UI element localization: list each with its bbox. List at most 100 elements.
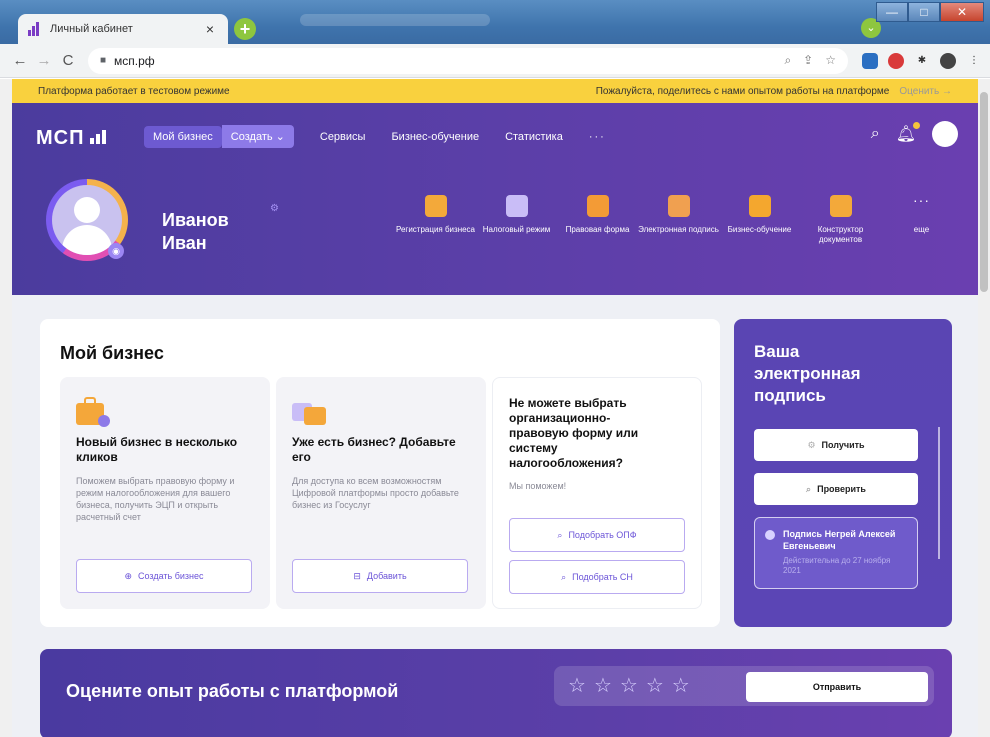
notifications-bell-icon[interactable]: 🔔︎ bbox=[896, 122, 920, 144]
add-business-text: Для доступа ко всем возможностям Цифрово… bbox=[292, 476, 459, 510]
star-icon[interactable]: ☆ bbox=[568, 673, 586, 698]
star-icon[interactable]: ☆ bbox=[620, 673, 638, 698]
signature-scrollbar[interactable] bbox=[938, 427, 940, 559]
adblock-icon[interactable] bbox=[888, 52, 904, 69]
new-business-card: Новый бизнес в несколько кликов Поможем … bbox=[60, 377, 270, 609]
quick-action-label: Электронная подпись bbox=[638, 225, 719, 234]
camera-icon[interactable]: ◉ bbox=[108, 243, 124, 259]
nav-more-icon[interactable]: ··· bbox=[589, 131, 606, 143]
left-gutter bbox=[0, 79, 12, 737]
banner-left-text: Платформа работает в тестовом режиме bbox=[38, 85, 230, 97]
tab-title: Личный кабинет bbox=[50, 23, 133, 35]
quick-action-icon bbox=[424, 195, 447, 217]
back-arrow-icon[interactable]: ← bbox=[8, 52, 32, 69]
url-input[interactable]: ■ мсп.рф ⌕ ⇪ ☆ bbox=[88, 47, 848, 74]
signature-validity: Действительна до 27 ноября 2021 bbox=[783, 556, 891, 575]
new-tab-button[interactable]: + bbox=[234, 18, 256, 40]
quick-action-5[interactable]: Бизнес-обучение bbox=[719, 195, 800, 245]
nav-create-dropdown[interactable]: Создать ⌄ bbox=[221, 125, 294, 148]
reload-icon[interactable]: C bbox=[56, 52, 80, 69]
extensions-puzzle-icon[interactable]: ✱ bbox=[914, 53, 930, 69]
signature-title: Ваша электронная подпись bbox=[754, 342, 861, 405]
msp-logo[interactable]: МСП bbox=[36, 127, 107, 150]
my-business-title: Мой бизнес bbox=[60, 343, 164, 363]
quick-action-label: Бизнес-обучение bbox=[727, 225, 792, 234]
star-icon[interactable]: ☆ bbox=[672, 673, 690, 698]
forward-arrow-icon[interactable]: → bbox=[32, 52, 56, 69]
quick-actions: Регистрация бизнеса Налоговый режим Правов… bbox=[395, 192, 962, 245]
quick-action-2[interactable]: Налоговый режим bbox=[476, 195, 557, 245]
search-icon[interactable]: ⌕ bbox=[871, 125, 880, 143]
star-icon[interactable]: ☆ bbox=[594, 673, 612, 698]
nav-my-business[interactable]: Мой бизнес bbox=[144, 125, 222, 148]
quick-action-label: Конструктор документов bbox=[817, 225, 864, 244]
user-surname: Иванов bbox=[162, 210, 229, 230]
page: Платформа работает в тестовом режиме Пож… bbox=[12, 79, 978, 737]
hero-header: МСП Мой бизнес Создать ⌄ Сервисы Бизнес-… bbox=[12, 103, 978, 295]
rating-title: Оцените опыт работы с платформой bbox=[66, 681, 399, 701]
user-menu-icon[interactable] bbox=[932, 121, 958, 147]
signature-card: Ваша электронная подпись ⚙ Получить ⌕ Пр… bbox=[734, 319, 952, 627]
star-icon[interactable]: ☆ bbox=[646, 673, 664, 698]
lock-icon: ■ bbox=[100, 55, 107, 66]
quick-action-1[interactable]: Регистрация бизнеса bbox=[395, 195, 476, 245]
test-mode-banner: Платформа работает в тестовом режиме Пож… bbox=[12, 79, 978, 103]
rating-section: Оцените опыт работы с платформой ☆ ☆ ☆ ☆… bbox=[40, 649, 952, 737]
choose-opf-button[interactable]: ⌕ Подобрать ОПФ bbox=[509, 518, 685, 552]
quick-action-label: Налоговый режим bbox=[482, 225, 551, 234]
quick-action-more[interactable]: ··· еще bbox=[881, 192, 962, 245]
quick-action-6[interactable]: Конструктор документов bbox=[800, 195, 881, 245]
add-business-title: Уже есть бизнес? Добавьте его bbox=[292, 435, 456, 464]
menu-icon[interactable]: ⋮ bbox=[966, 53, 982, 69]
create-business-button[interactable]: ⊕ Создать бизнес bbox=[76, 559, 252, 593]
send-rating-button[interactable]: Отправить bbox=[746, 672, 928, 702]
signature-holder: Подпись Негрей Алексей Евгеньевич bbox=[783, 529, 896, 551]
top-nav: Мой бизнес Создать ⌄ Сервисы Бизнес-обуч… bbox=[144, 125, 606, 148]
briefcases-icon bbox=[292, 397, 326, 425]
window-controls: — □ ✕ bbox=[876, 2, 984, 22]
new-business-title: Новый бизнес в несколько кликов bbox=[76, 435, 238, 464]
quick-action-icon bbox=[748, 195, 771, 217]
nav-stats[interactable]: Статистика bbox=[505, 131, 563, 143]
extension-1-icon[interactable] bbox=[862, 52, 878, 69]
settings-gear-icon[interactable]: ⚙ bbox=[270, 203, 279, 214]
add-business-button[interactable]: ⊟ Добавить bbox=[292, 559, 468, 593]
my-business-card: Мой бизнес Новый бизнес в несколько клик… bbox=[40, 319, 720, 627]
check-signature-button[interactable]: ⌕ Проверить bbox=[754, 473, 918, 505]
add-business-card: Уже есть бизнес? Добавьте его Для доступ… bbox=[276, 377, 486, 609]
choose-tax-button[interactable]: ⌕ Подобрать СН bbox=[509, 560, 685, 594]
quick-action-icon bbox=[667, 195, 690, 217]
window-titlebar: Личный кабинет × + ⌄ — □ ✕ bbox=[0, 0, 990, 44]
account-icon[interactable] bbox=[940, 52, 956, 69]
page-scrollbar-thumb[interactable] bbox=[980, 92, 988, 292]
rating-box: ☆ ☆ ☆ ☆ ☆ Отправить bbox=[554, 666, 934, 706]
get-signature-button[interactable]: ⚙ Получить bbox=[754, 429, 918, 461]
more-dots-icon: ··· bbox=[913, 192, 930, 208]
url-text: мсп.рф bbox=[114, 53, 155, 68]
signature-item[interactable]: Подпись Негрей Алексей Евгеньевич Действ… bbox=[754, 517, 918, 589]
search-small-icon: ⌕ bbox=[806, 483, 812, 494]
nav-learning[interactable]: Бизнес-обучение bbox=[391, 131, 479, 143]
user-firstname: Иван bbox=[162, 233, 207, 253]
maximize-button[interactable]: □ bbox=[908, 2, 940, 22]
star-rating: ☆ ☆ ☆ ☆ ☆ bbox=[568, 673, 690, 698]
plus-circle-icon: ⊕ bbox=[124, 570, 133, 581]
quick-action-3[interactable]: Правовая форма bbox=[557, 195, 638, 245]
bookmark-star-icon[interactable]: ☆ bbox=[825, 53, 836, 68]
banner-rate-link[interactable]: Оценить → bbox=[899, 86, 952, 97]
tab-close-icon[interactable]: × bbox=[202, 21, 218, 37]
nav-services[interactable]: Сервисы bbox=[320, 131, 366, 143]
browser-tab[interactable]: Личный кабинет × bbox=[18, 14, 228, 44]
share-icon[interactable]: ⇪ bbox=[803, 53, 813, 68]
quick-action-4[interactable]: Электронная подпись bbox=[638, 195, 719, 245]
header-tools: ⌕ 🔔︎ bbox=[871, 121, 958, 147]
close-window-button[interactable]: ✕ bbox=[940, 2, 984, 22]
search-small-icon: ⌕ bbox=[561, 571, 567, 582]
avatar-body bbox=[62, 225, 112, 255]
quick-action-icon bbox=[829, 195, 852, 217]
help-choose-card: Не можете выбрать организационно-правову… bbox=[492, 377, 702, 609]
new-business-text: Поможем выбрать правовую форму и режим н… bbox=[76, 476, 235, 522]
zoom-icon[interactable]: ⌕ bbox=[784, 53, 791, 68]
quick-action-label: Правовая форма bbox=[565, 225, 630, 234]
minimize-button[interactable]: — bbox=[876, 2, 908, 22]
